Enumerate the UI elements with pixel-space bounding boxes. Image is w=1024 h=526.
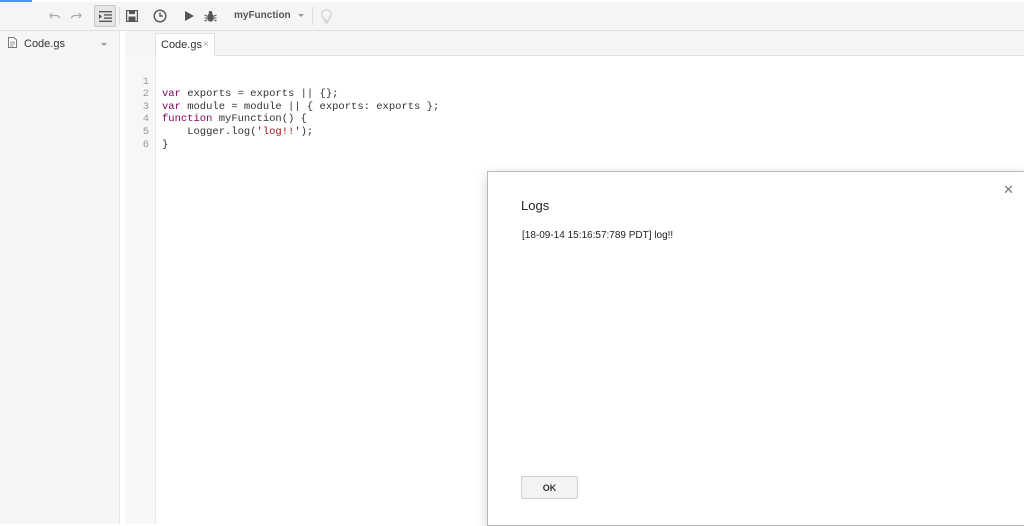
undo-button[interactable] [47,5,63,27]
clock-icon [153,9,167,23]
debug-icon [203,10,217,22]
tab-code-gs[interactable]: Code.gs × [155,33,215,56]
tab-label: Code.gs [161,39,202,51]
code-line: 4 Logger.log('log!!'); [125,101,314,138]
triggers-button[interactable] [151,5,169,27]
code-text: var exports = exports || {}; [162,88,339,101]
save-button[interactable] [124,5,140,27]
code-text: function myFunction() { [162,113,307,126]
run-icon [184,11,194,21]
ok-button[interactable]: OK [521,476,578,499]
code-line: 6 [125,126,150,151]
log-entry: [18-09-14 15:16:57:789 PDT] log!! [522,230,674,241]
close-icon[interactable]: × [203,39,209,50]
code-text: } [162,138,169,151]
code-line: 2 var module = module || { exports: expo… [125,76,440,113]
code-text: Logger.log('log!!'); [162,125,314,138]
toolbar: myFunction [0,2,1024,31]
line-number: 6 [142,138,149,151]
lightbulb-button[interactable] [318,5,334,27]
redo-icon [70,12,82,19]
toolbar-divider [119,7,120,25]
code-editor[interactable]: 1 var exports = exports || {}; 2 var mod… [125,63,440,151]
close-icon[interactable]: ✕ [1003,183,1014,197]
code-line: 3 function myFunction() { [125,88,307,126]
indent-icon [98,10,112,22]
save-icon [126,10,138,22]
toolbar-divider [312,7,313,25]
file-icon [8,37,17,48]
redo-button[interactable] [68,5,84,27]
tab-bar [125,31,1024,56]
file-sidebar: Code.gs [0,31,120,524]
sidebar-item-label: Code.gs [24,38,65,50]
debug-button[interactable] [202,5,218,27]
logs-dialog: Logs ✕ [18-09-14 15:16:57:789 PDT] log!!… [487,171,1024,526]
function-select-label: myFunction [234,10,291,21]
lightbulb-icon [320,8,332,24]
function-select[interactable]: myFunction [226,5,308,27]
code-line: 5 } [125,113,169,151]
chevron-down-icon[interactable] [101,43,107,46]
dialog-title: Logs [521,198,550,213]
code-line: 1 var exports = exports || {}; [125,63,339,101]
undo-icon [49,12,61,19]
code-text: var module = module || { exports: export… [162,100,440,113]
sidebar-item-code-gs[interactable]: Code.gs [0,35,119,53]
chevron-down-icon [298,14,304,17]
run-button[interactable] [182,5,196,27]
indent-button[interactable] [94,5,116,27]
